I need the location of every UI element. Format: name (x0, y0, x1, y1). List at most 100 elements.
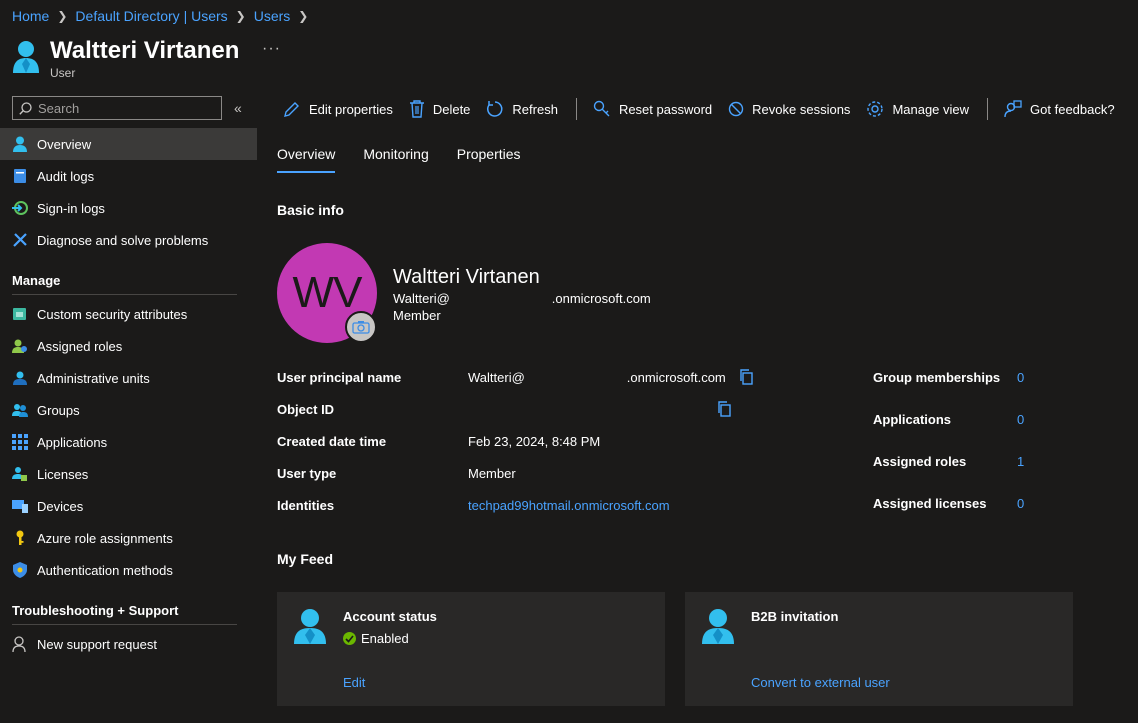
copy-icon[interactable] (717, 401, 732, 417)
sidebar-item-azure-role-assignments[interactable]: Azure role assignments (0, 522, 257, 554)
sidebar-search (12, 96, 222, 120)
trash-icon (409, 100, 424, 118)
applications-count[interactable]: 0 (1017, 412, 1024, 427)
manage-view-label: Manage view (892, 101, 970, 117)
sidebar-item-label: Applications (37, 434, 108, 450)
collapse-sidebar-icon[interactable]: « (234, 100, 242, 116)
tab-list: Overview Monitoring Properties (277, 146, 549, 173)
assigned-roles-label: Assigned roles (873, 454, 967, 469)
sidebar-item-new-support-request[interactable]: New support request (0, 628, 257, 660)
wrench-icon (12, 232, 28, 248)
profile-upn-prefix: Waltteri@ (393, 291, 450, 306)
revoke-sessions-label: Revoke sessions (752, 101, 851, 117)
sidebar-item-authentication-methods[interactable]: Authentication methods (0, 554, 257, 586)
sidebar-item-label: Sign-in logs (37, 200, 105, 216)
user-icon (702, 609, 734, 644)
sidebar-item-administrative-units[interactable]: Administrative units (0, 362, 257, 394)
sidebar-item-diagnose[interactable]: Diagnose and solve problems (0, 224, 257, 256)
upn-suffix: .onmicrosoft.com (626, 370, 726, 385)
convert-to-external-user-link[interactable]: Convert to external user (751, 675, 890, 690)
check-circle-icon (343, 632, 356, 645)
search-input[interactable] (38, 100, 208, 116)
user-icon (294, 609, 326, 644)
delete-label: Delete (432, 101, 471, 117)
page-title: Waltteri Virtanen (50, 37, 240, 64)
divider (12, 624, 237, 625)
sidebar-item-label: Audit logs (37, 168, 95, 184)
page-subtitle: User (50, 66, 76, 80)
created-label: Created date time (277, 434, 387, 449)
identities-link[interactable]: techpad99hotmail.onmicrosoft.com (468, 498, 670, 513)
command-bar: Edit properties Delete Refresh Reset pas… (283, 96, 1131, 122)
reset-password-button[interactable]: Reset password (593, 100, 712, 118)
pencil-icon (284, 102, 299, 117)
sidebar-item-overview[interactable]: Overview (0, 128, 257, 160)
sidebar-item-label: Groups (37, 402, 80, 418)
toolbar-divider (987, 98, 989, 120)
group-memberships-count[interactable]: 0 (1017, 370, 1024, 385)
audit-log-icon (12, 168, 28, 184)
assigned-licenses-label: Assigned licenses (873, 496, 987, 511)
more-options-icon[interactable]: ··· (262, 40, 281, 58)
sidebar-item-label: Licenses (37, 466, 89, 482)
sidebar-item-custom-security-attributes[interactable]: Custom security attributes (0, 298, 257, 330)
block-icon (728, 101, 744, 117)
refresh-icon (487, 101, 503, 117)
breadcrumb-home[interactable]: Home (12, 8, 49, 24)
my-feed-heading: My Feed (277, 551, 334, 567)
feedback-button[interactable]: Got feedback? (1004, 100, 1115, 118)
sidebar-item-label: Overview (37, 136, 92, 152)
user-icon (13, 41, 39, 73)
avatar-initials: WV (292, 268, 363, 317)
applications-grid-icon (12, 434, 28, 450)
sidebar-item-groups[interactable]: Groups (0, 394, 257, 426)
revoke-sessions-button[interactable]: Revoke sessions (728, 101, 850, 117)
edit-properties-button[interactable]: Edit properties (283, 100, 393, 118)
feedback-label: Got feedback? (1030, 101, 1115, 117)
edit-link[interactable]: Edit (343, 675, 365, 690)
change-photo-button[interactable] (345, 311, 377, 343)
sidebar-item-devices[interactable]: Devices (0, 490, 257, 522)
refresh-button[interactable]: Refresh (486, 100, 558, 118)
breadcrumb-users[interactable]: Users (254, 8, 291, 24)
gear-icon (867, 101, 884, 117)
upn-label: User principal name (277, 370, 402, 385)
breadcrumb: Home ❯ Default Directory | Users ❯ Users… (12, 8, 316, 24)
user-icon (12, 136, 28, 152)
tab-properties[interactable]: Properties (457, 146, 521, 173)
assigned-roles-count[interactable]: 1 (1017, 454, 1024, 469)
manage-view-button[interactable]: Manage view (866, 100, 969, 118)
tab-overview[interactable]: Overview (277, 146, 336, 173)
sidebar-item-assigned-roles[interactable]: Assigned roles (0, 330, 257, 362)
reset-password-label: Reset password (618, 101, 713, 117)
delete-button[interactable]: Delete (409, 100, 471, 118)
sidebar-item-label: Assigned roles (37, 338, 123, 354)
account-status-text: Enabled (361, 631, 409, 646)
admin-units-icon (12, 370, 28, 386)
user-type-label: User type (277, 466, 337, 481)
search-icon (19, 101, 32, 115)
sidebar-item-sign-in-logs[interactable]: Sign-in logs (0, 192, 257, 224)
chevron-right-icon: ❯ (235, 9, 246, 23)
account-status-title: Account status (343, 609, 437, 624)
divider (12, 294, 237, 295)
profile-user-type: Member (393, 308, 441, 323)
sidebar-item-audit-logs[interactable]: Audit logs (0, 160, 257, 192)
sidebar-section-manage: Manage (12, 273, 61, 288)
sidebar-item-label: Authentication methods (37, 562, 173, 578)
user-type-value: Member (468, 466, 516, 481)
sidebar-item-licenses[interactable]: Licenses (0, 458, 257, 490)
tab-monitoring[interactable]: Monitoring (363, 146, 428, 173)
assigned-licenses-count[interactable]: 0 (1017, 496, 1024, 511)
profile-upn: Waltteri@ .onmicrosoft.com (393, 291, 651, 306)
sign-in-icon (12, 200, 28, 216)
group-memberships-label: Group memberships (873, 370, 1001, 385)
upn-prefix: Waltteri@ (468, 370, 525, 385)
breadcrumb-directory-users[interactable]: Default Directory | Users (75, 8, 227, 24)
copy-icon[interactable] (739, 369, 754, 385)
sidebar-item-label: Diagnose and solve problems (37, 232, 209, 248)
sidebar-item-applications[interactable]: Applications (0, 426, 257, 458)
sidebar-item-label: Administrative units (37, 370, 150, 386)
profile-name: Waltteri Virtanen (393, 266, 540, 288)
camera-icon (352, 321, 370, 334)
